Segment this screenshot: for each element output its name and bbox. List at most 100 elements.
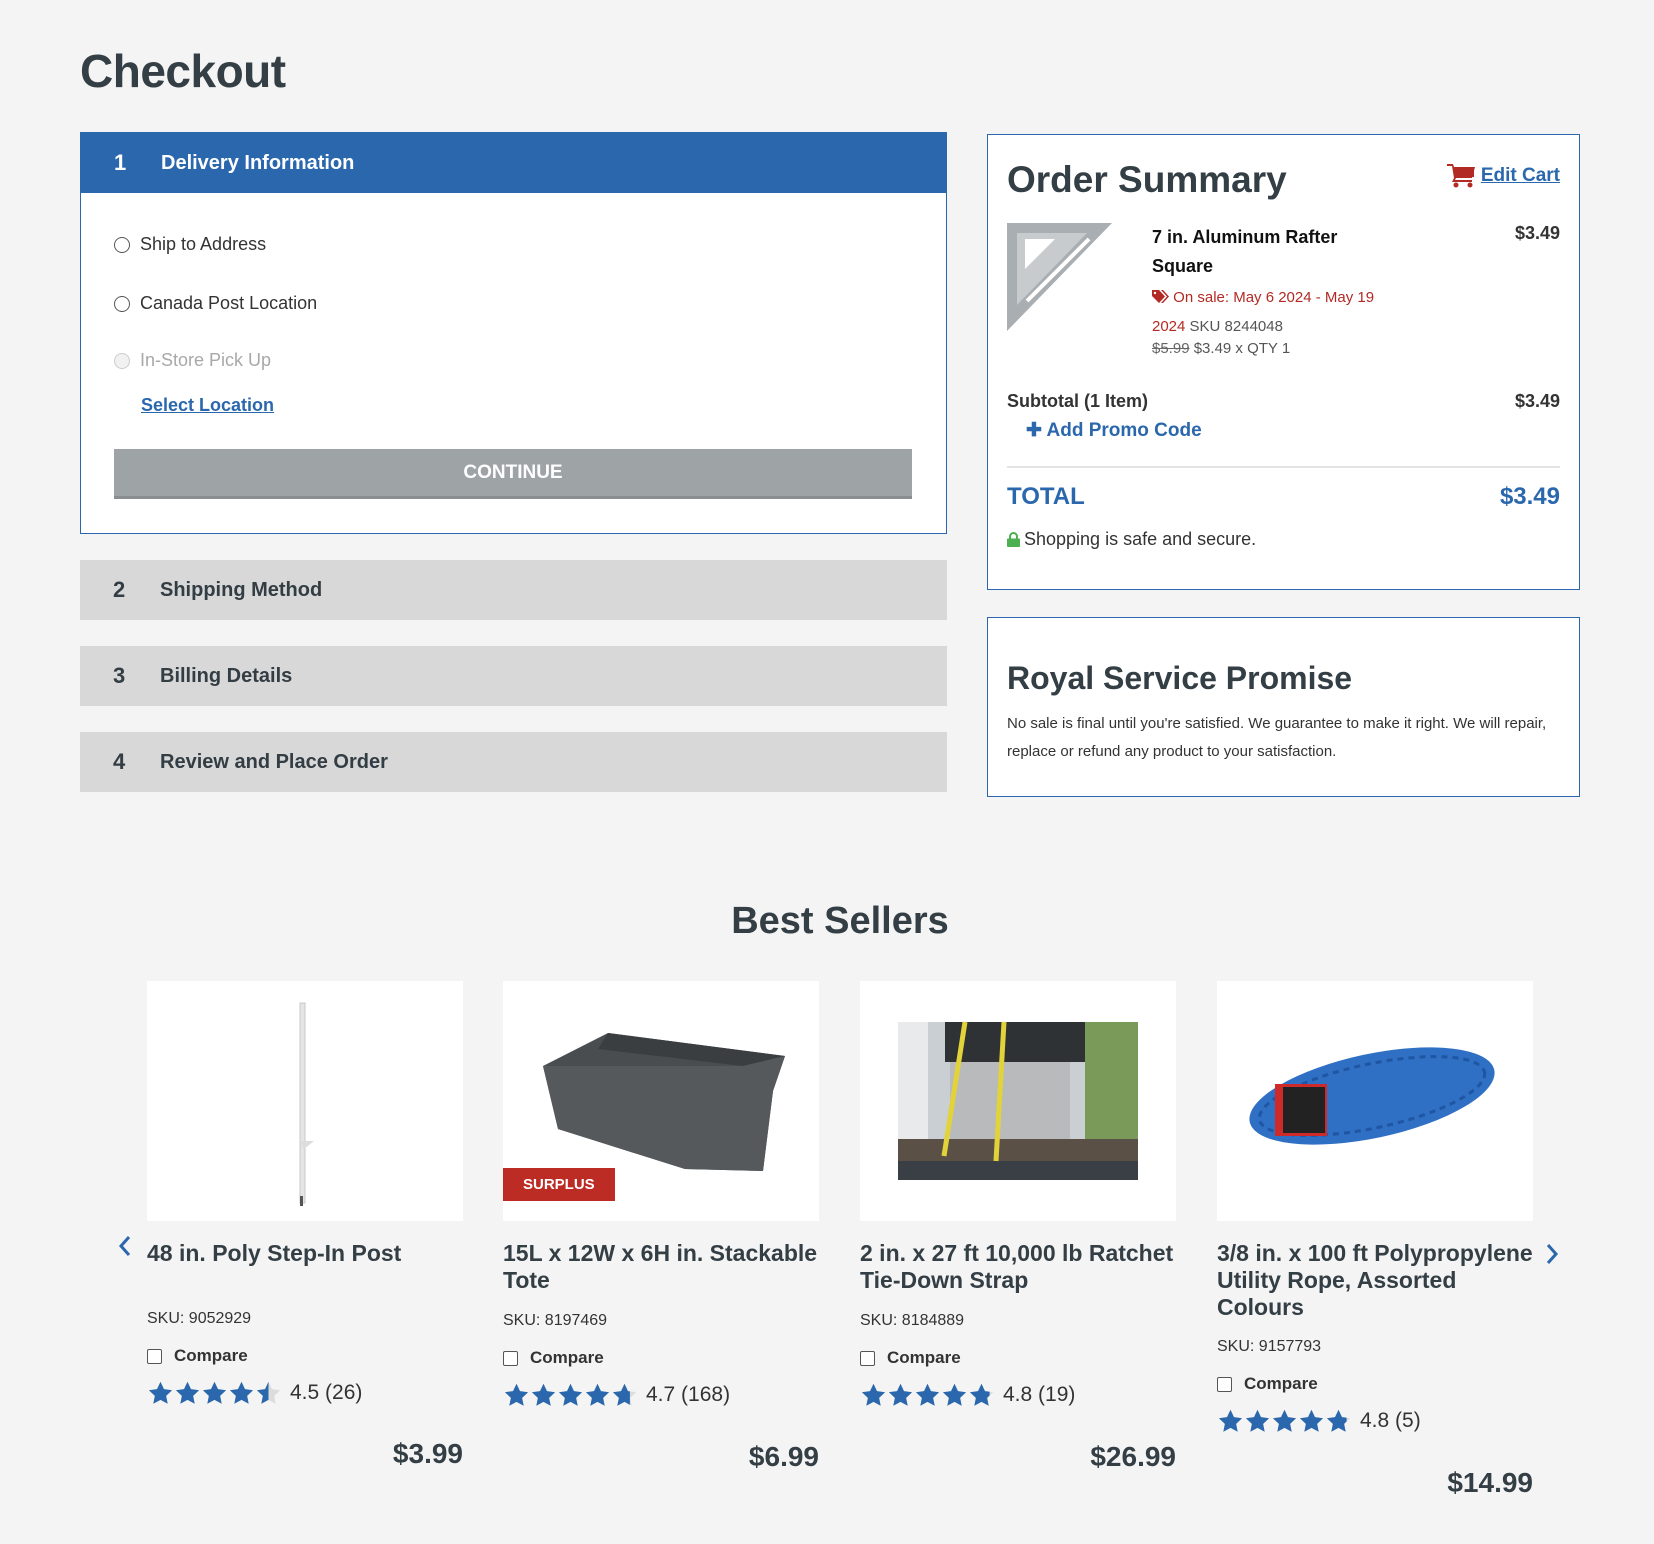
- star-icon: [504, 1383, 529, 1406]
- star-icon: [229, 1381, 254, 1404]
- qty-text: $3.49 x QTY 1: [1193, 340, 1291, 357]
- item-price: $3.49: [1514, 223, 1560, 243]
- step-header[interactable]: 1 Delivery Information: [81, 133, 946, 193]
- lock-icon: [1007, 532, 1020, 547]
- order-summary-title: Order Summary: [1007, 159, 1287, 200]
- star-icon: [888, 1383, 913, 1406]
- star-icon: [202, 1381, 227, 1404]
- step-number: 2: [113, 577, 126, 602]
- chevron-left-icon: [118, 1236, 131, 1256]
- star-icon: [1326, 1409, 1351, 1432]
- product-image[interactable]: SURPLUS: [503, 981, 819, 1221]
- add-promo-code-button[interactable]: ✚ Add Promo Code: [1026, 419, 1202, 442]
- product-rating: 4.5 (26): [147, 1380, 362, 1406]
- step-number: 3: [113, 663, 126, 688]
- product-title[interactable]: 15L x 12W x 6H in. Stackable Tote: [503, 1240, 825, 1294]
- product-title[interactable]: 3/8 in. x 100 ft Polypropylene Utility R…: [1217, 1240, 1539, 1321]
- order-summary: Order Summary Edit Cart 7 in. Aluminum R…: [987, 134, 1580, 590]
- product-image[interactable]: [1217, 981, 1533, 1221]
- compare-checkbox[interactable]: Compare: [860, 1348, 961, 1368]
- radio-button[interactable]: [114, 295, 130, 312]
- star-icon: [558, 1383, 583, 1406]
- product-sku: SKU: 8197469: [503, 1312, 608, 1329]
- compare-checkbox[interactable]: Compare: [503, 1348, 604, 1368]
- star-icon: [175, 1381, 200, 1404]
- star-rating: [147, 1380, 282, 1406]
- star-rating: [860, 1382, 995, 1408]
- product-price: $14.99: [1447, 1467, 1533, 1498]
- star-rating: [503, 1382, 638, 1408]
- carousel-prev-button[interactable]: [118, 1232, 132, 1264]
- cart-icon: [1446, 164, 1475, 188]
- product-sku: SKU: 8184889: [860, 1312, 965, 1329]
- step-label: Shipping Method: [160, 578, 323, 601]
- step-review-and-place-order[interactable]: 4 Review and Place Order: [80, 732, 947, 792]
- option-in-store-pick-up: In-Store Pick Up: [114, 350, 271, 371]
- star-icon: [861, 1383, 886, 1406]
- star-icon: [531, 1383, 556, 1406]
- item-sku: SKU 8244048: [1189, 318, 1283, 335]
- rafter-square-image: [1007, 223, 1112, 331]
- edit-cart[interactable]: Edit Cart: [1446, 163, 1560, 189]
- edit-cart-link[interactable]: Edit Cart: [1481, 165, 1560, 187]
- select-location-link[interactable]: Select Location: [141, 395, 274, 416]
- product-card: [860, 981, 1176, 1221]
- step-shipping-method[interactable]: 2 Shipping Method: [80, 560, 947, 620]
- star-icon: [942, 1383, 967, 1406]
- product-title[interactable]: 48 in. Poly Step-In Post: [147, 1240, 469, 1267]
- subtotal-label: Subtotal (1 Item): [1007, 391, 1149, 411]
- subtotal-value: $3.49: [1514, 391, 1560, 411]
- star-icon: [969, 1383, 994, 1406]
- continue-button[interactable]: CONTINUE: [114, 449, 912, 499]
- option-ship-to-address[interactable]: Ship to Address: [114, 234, 266, 255]
- step-number: 4: [113, 749, 126, 774]
- radio-button: [114, 352, 130, 369]
- secure-notice: Shopping is safe and secure.: [1007, 529, 1256, 550]
- carousel-next-button[interactable]: [1545, 1240, 1559, 1272]
- product-price: $6.99: [748, 1441, 819, 1472]
- item-qty: $5.99 $3.49 x QTY 1: [1152, 340, 1290, 357]
- original-price: $5.99: [1152, 340, 1190, 357]
- item-name[interactable]: 7 in. Aluminum Rafter Square: [1152, 223, 1382, 281]
- step-number: 1: [114, 150, 127, 175]
- star-icon: [1272, 1409, 1297, 1432]
- total-label: TOTAL: [1007, 483, 1085, 510]
- compare-checkbox[interactable]: Compare: [147, 1346, 248, 1366]
- product-rating: 4.7 (168): [503, 1382, 730, 1408]
- step-label: Review and Place Order: [160, 750, 388, 773]
- service-promise: Royal Service Promise No sale is final u…: [987, 617, 1580, 797]
- star-rating: [1217, 1408, 1352, 1434]
- utility-rope-image: [1249, 1047, 1495, 1145]
- product-sku: SKU: 9157793: [1217, 1338, 1322, 1355]
- star-icon: [256, 1381, 281, 1404]
- product-card: SURPLUS: [503, 981, 819, 1221]
- ratchet-strap-image: [898, 1021, 1138, 1180]
- step-billing-details[interactable]: 3 Billing Details: [80, 646, 947, 706]
- total-value: $3.49: [1499, 483, 1560, 510]
- star-icon: [1299, 1409, 1324, 1432]
- step-label: Delivery Information: [161, 151, 355, 174]
- star-icon: [585, 1383, 610, 1406]
- product-rating: 4.8 (5): [1217, 1408, 1421, 1434]
- poly-step-in-post-image: [299, 1002, 314, 1206]
- product-image[interactable]: [147, 981, 463, 1221]
- product-title[interactable]: 2 in. x 27 ft 10,000 lb Ratchet Tie-Down…: [860, 1240, 1182, 1294]
- promise-text: No sale is final until you're satisfied.…: [1007, 715, 1547, 760]
- promise-title: Royal Service Promise: [1007, 660, 1353, 696]
- product-rating: 4.8 (19): [860, 1382, 1075, 1408]
- option-canada-post-location[interactable]: Canada Post Location: [114, 293, 317, 314]
- step-label: Billing Details: [160, 664, 293, 687]
- divider: [1007, 466, 1560, 468]
- star-icon: [612, 1383, 637, 1406]
- compare-checkbox[interactable]: Compare: [1217, 1374, 1318, 1394]
- product-price: $3.99: [392, 1438, 463, 1469]
- product-sku: SKU: 9052929: [147, 1310, 252, 1327]
- best-sellers-title: Best Sellers: [731, 900, 949, 942]
- star-icon: [915, 1383, 940, 1406]
- radio-button[interactable]: [114, 236, 130, 253]
- star-icon: [1245, 1409, 1270, 1432]
- star-icon: [148, 1381, 173, 1404]
- product-image[interactable]: [860, 981, 1176, 1221]
- sale-info: On sale: May 6 2024 - May 19 2024 SKU 82…: [1152, 283, 1382, 341]
- product-price: $26.99: [1090, 1441, 1176, 1472]
